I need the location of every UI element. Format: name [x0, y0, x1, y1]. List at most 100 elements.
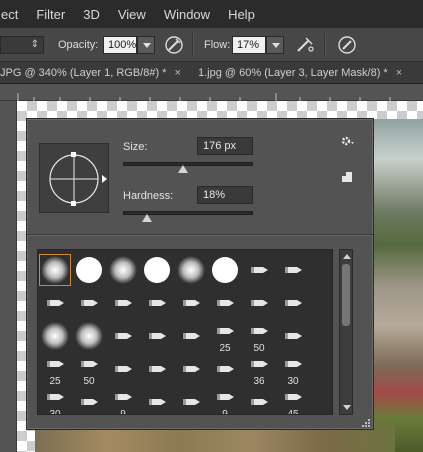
menu-item-filter[interactable]: Filter — [27, 7, 74, 22]
brush-size-label: 9 — [120, 409, 126, 415]
photo-layer — [371, 119, 423, 452]
flow-label: Flow: — [204, 39, 231, 51]
brush-preset[interactable] — [277, 320, 309, 352]
brush-preset[interactable] — [107, 320, 139, 352]
brush-preset[interactable] — [141, 320, 173, 352]
brush-preset[interactable] — [209, 254, 241, 286]
brush-tip-icon — [115, 300, 132, 306]
brush-preset[interactable] — [141, 254, 173, 286]
brush-angle-preview[interactable] — [39, 143, 109, 213]
menu-item-view[interactable]: View — [109, 7, 155, 22]
brush-preset[interactable] — [175, 287, 207, 319]
scrollbar-thumb[interactable] — [342, 264, 350, 326]
brush-tip-icon — [47, 300, 64, 306]
size-slider[interactable] — [123, 162, 253, 173]
size-slider-thumb[interactable] — [177, 165, 188, 173]
separator — [192, 33, 193, 57]
brush-tip-icon — [115, 366, 132, 372]
hardness-slider[interactable] — [123, 211, 253, 222]
brush-preset[interactable] — [243, 386, 275, 414]
pressure-opacity-icon[interactable] — [163, 34, 185, 56]
tab-label: JPG @ 340% (Layer 1, RGB/8#) * — [0, 67, 167, 79]
brush-tip-icon — [212, 257, 238, 283]
brush-tip-icon — [115, 333, 132, 339]
menu-item-3d[interactable]: 3D — [74, 7, 109, 22]
brush-tip-icon — [217, 366, 234, 372]
brush-preset[interactable] — [39, 287, 71, 319]
brush-preset[interactable] — [209, 287, 241, 319]
brush-tip-icon — [149, 366, 166, 372]
scroll-down-icon[interactable] — [343, 405, 351, 410]
brush-preset[interactable] — [209, 353, 241, 385]
horizontal-ruler — [0, 84, 423, 101]
tab-label: 1.jpg @ 60% (Layer 3, Layer Mask/8) * — [198, 67, 388, 79]
brush-preset[interactable] — [107, 287, 139, 319]
brush-preset[interactable]: 36 — [243, 353, 275, 387]
brush-tip-icon — [81, 399, 98, 405]
divider — [27, 234, 373, 235]
brush-preset[interactable] — [73, 287, 105, 319]
brush-tip-icon — [251, 300, 268, 306]
brush-preset[interactable]: 50 — [243, 320, 275, 354]
vertical-ruler — [0, 101, 17, 452]
brush-preset[interactable]: 25 — [39, 353, 71, 387]
airbrush-icon[interactable] — [294, 34, 316, 56]
brush-tip-icon — [41, 322, 69, 350]
hardness-slider-thumb[interactable] — [142, 214, 153, 222]
brush-size-label: 45 — [287, 409, 299, 415]
brush-preset[interactable] — [141, 353, 173, 385]
brush-list-scrollbar[interactable] — [339, 249, 353, 415]
menu-item-window[interactable]: Window — [155, 7, 219, 22]
brush-preset[interactable] — [243, 287, 275, 319]
brush-preset[interactable] — [243, 254, 275, 286]
brush-preset[interactable]: 9 — [107, 386, 139, 415]
new-preset-icon[interactable] — [341, 171, 353, 183]
brush-preset[interactable] — [141, 386, 173, 414]
opacity-input[interactable]: 100% — [103, 36, 137, 54]
brush-preset[interactable] — [175, 386, 207, 414]
brush-tip-icon — [285, 267, 302, 273]
tab-document-1[interactable]: JPG @ 340% (Layer 1, RGB/8#) * × — [0, 62, 181, 84]
brush-preset[interactable] — [141, 287, 173, 319]
brush-preset[interactable] — [73, 254, 105, 286]
brush-preset[interactable] — [73, 386, 105, 414]
brush-preset[interactable]: 50 — [73, 353, 105, 387]
brush-preset[interactable]: 9 — [209, 386, 241, 414]
brush-preset[interactable] — [39, 320, 71, 352]
scroll-up-icon[interactable] — [343, 254, 351, 259]
menu-item-help[interactable]: Help — [219, 7, 264, 22]
resize-grip-icon[interactable] — [361, 417, 371, 427]
gear-icon[interactable] — [339, 133, 355, 149]
brush-preset-picker: Size: 176 px Hardness: 18% 25 50 25 50 36 30 3… — [26, 118, 374, 430]
brush-preset[interactable]: 45 — [277, 386, 309, 415]
separator — [324, 33, 325, 57]
size-input[interactable]: 176 px — [197, 137, 253, 155]
brush-preset[interactable] — [175, 254, 207, 286]
pressure-size-icon[interactable] — [336, 34, 358, 56]
brush-preset[interactable] — [107, 353, 139, 385]
brush-preset[interactable] — [175, 320, 207, 352]
brush-presets-grid: 25 50 25 50 36 30 30 9 9 45 — [37, 249, 333, 415]
mode-select[interactable]: ⇕ — [0, 36, 44, 54]
brush-preset[interactable] — [277, 254, 309, 286]
brush-preset[interactable] — [39, 254, 71, 286]
brush-preset[interactable]: 25 — [209, 320, 241, 354]
flow-dropdown-button[interactable] — [266, 36, 284, 54]
tab-document-2[interactable]: 1.jpg @ 60% (Layer 3, Layer Mask/8) * × — [198, 62, 402, 84]
opacity-dropdown-button[interactable] — [137, 36, 155, 54]
brush-tip-icon — [144, 257, 170, 283]
close-icon[interactable]: × — [396, 67, 402, 79]
brush-preset[interactable] — [107, 254, 139, 286]
brush-preset[interactable] — [277, 287, 309, 319]
hardness-input[interactable]: 18% — [197, 186, 253, 204]
close-icon[interactable]: × — [174, 67, 180, 79]
brush-tip-icon — [177, 256, 205, 284]
brush-preset[interactable] — [175, 353, 207, 385]
brush-tip-icon — [75, 322, 103, 350]
brush-preset[interactable]: 30 — [277, 353, 309, 387]
brush-preset[interactable]: 30 — [39, 386, 71, 414]
brush-preset[interactable] — [73, 320, 105, 352]
brush-tip-icon — [285, 300, 302, 306]
menu-item-select[interactable]: ect — [0, 7, 27, 22]
flow-input[interactable]: 17% — [232, 36, 266, 54]
